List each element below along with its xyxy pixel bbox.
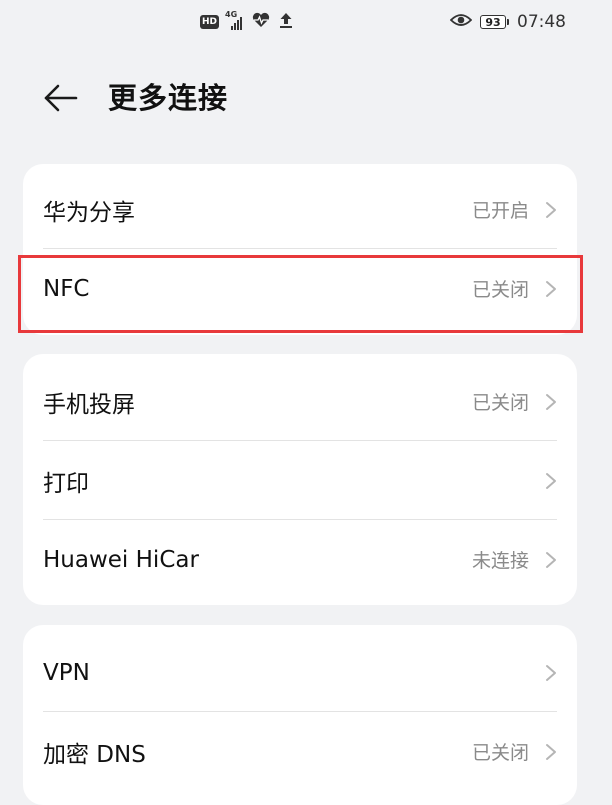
settings-group-network: VPN 加密 DNS 已关闭 (23, 625, 577, 805)
settings-group-sharing: 华为分享 已开启 NFC 已关闭 (23, 164, 577, 335)
row-label: NFC (43, 275, 90, 302)
back-button[interactable] (38, 78, 82, 118)
row-status: 未连接 (471, 550, 529, 572)
status-icons-right: 93 07:48 (449, 11, 566, 33)
page-title: 更多连接 (108, 81, 229, 115)
row-nfc[interactable]: NFC 已关闭 (23, 249, 577, 328)
status-icons-left: HD 4G (200, 10, 295, 33)
row-label: 加密 DNS (43, 741, 146, 768)
chevron-right-icon (546, 472, 556, 489)
battery-icon: 93 (480, 15, 509, 29)
row-status: 已开启 (471, 200, 529, 222)
row-label: 手机投屏 (43, 391, 135, 418)
row-screen-projection[interactable]: 手机投屏 已关闭 (23, 362, 577, 441)
chevron-right-icon (546, 201, 556, 218)
clock: 07:48 (517, 12, 566, 32)
row-status: 已关闭 (471, 279, 529, 301)
health-heart-icon (251, 11, 271, 33)
row-label: 打印 (43, 470, 89, 497)
battery-level: 93 (480, 15, 506, 29)
row-status: 已关闭 (471, 392, 529, 414)
upload-icon (277, 11, 295, 33)
settings-group-projection: 手机投屏 已关闭 打印 Huawei HiCar 未连接 (23, 354, 577, 605)
status-bar: HD 4G 93 07:48 (0, 0, 612, 46)
chevron-right-icon (546, 393, 556, 410)
row-label: Huawei HiCar (43, 546, 199, 573)
chevron-right-icon (546, 280, 556, 297)
eye-comfort-icon (449, 12, 473, 32)
row-huawei-hicar[interactable]: Huawei HiCar 未连接 (23, 520, 577, 599)
arrow-left-icon (44, 84, 78, 112)
chevron-right-icon (546, 664, 556, 681)
row-encrypted-dns[interactable]: 加密 DNS 已关闭 (23, 712, 577, 791)
row-label: 华为分享 (43, 199, 135, 226)
row-label: VPN (43, 659, 90, 686)
row-status: 已关闭 (471, 742, 529, 764)
chevron-right-icon (546, 743, 556, 760)
chevron-right-icon (546, 551, 556, 568)
signal-icon: 4G (225, 10, 245, 31)
header: 更多连接 (0, 72, 612, 122)
row-print[interactable]: 打印 (23, 441, 577, 520)
hd-badge: HD (200, 15, 220, 29)
row-huawei-share[interactable]: 华为分享 已开启 (23, 170, 577, 249)
row-vpn[interactable]: VPN (23, 633, 577, 712)
